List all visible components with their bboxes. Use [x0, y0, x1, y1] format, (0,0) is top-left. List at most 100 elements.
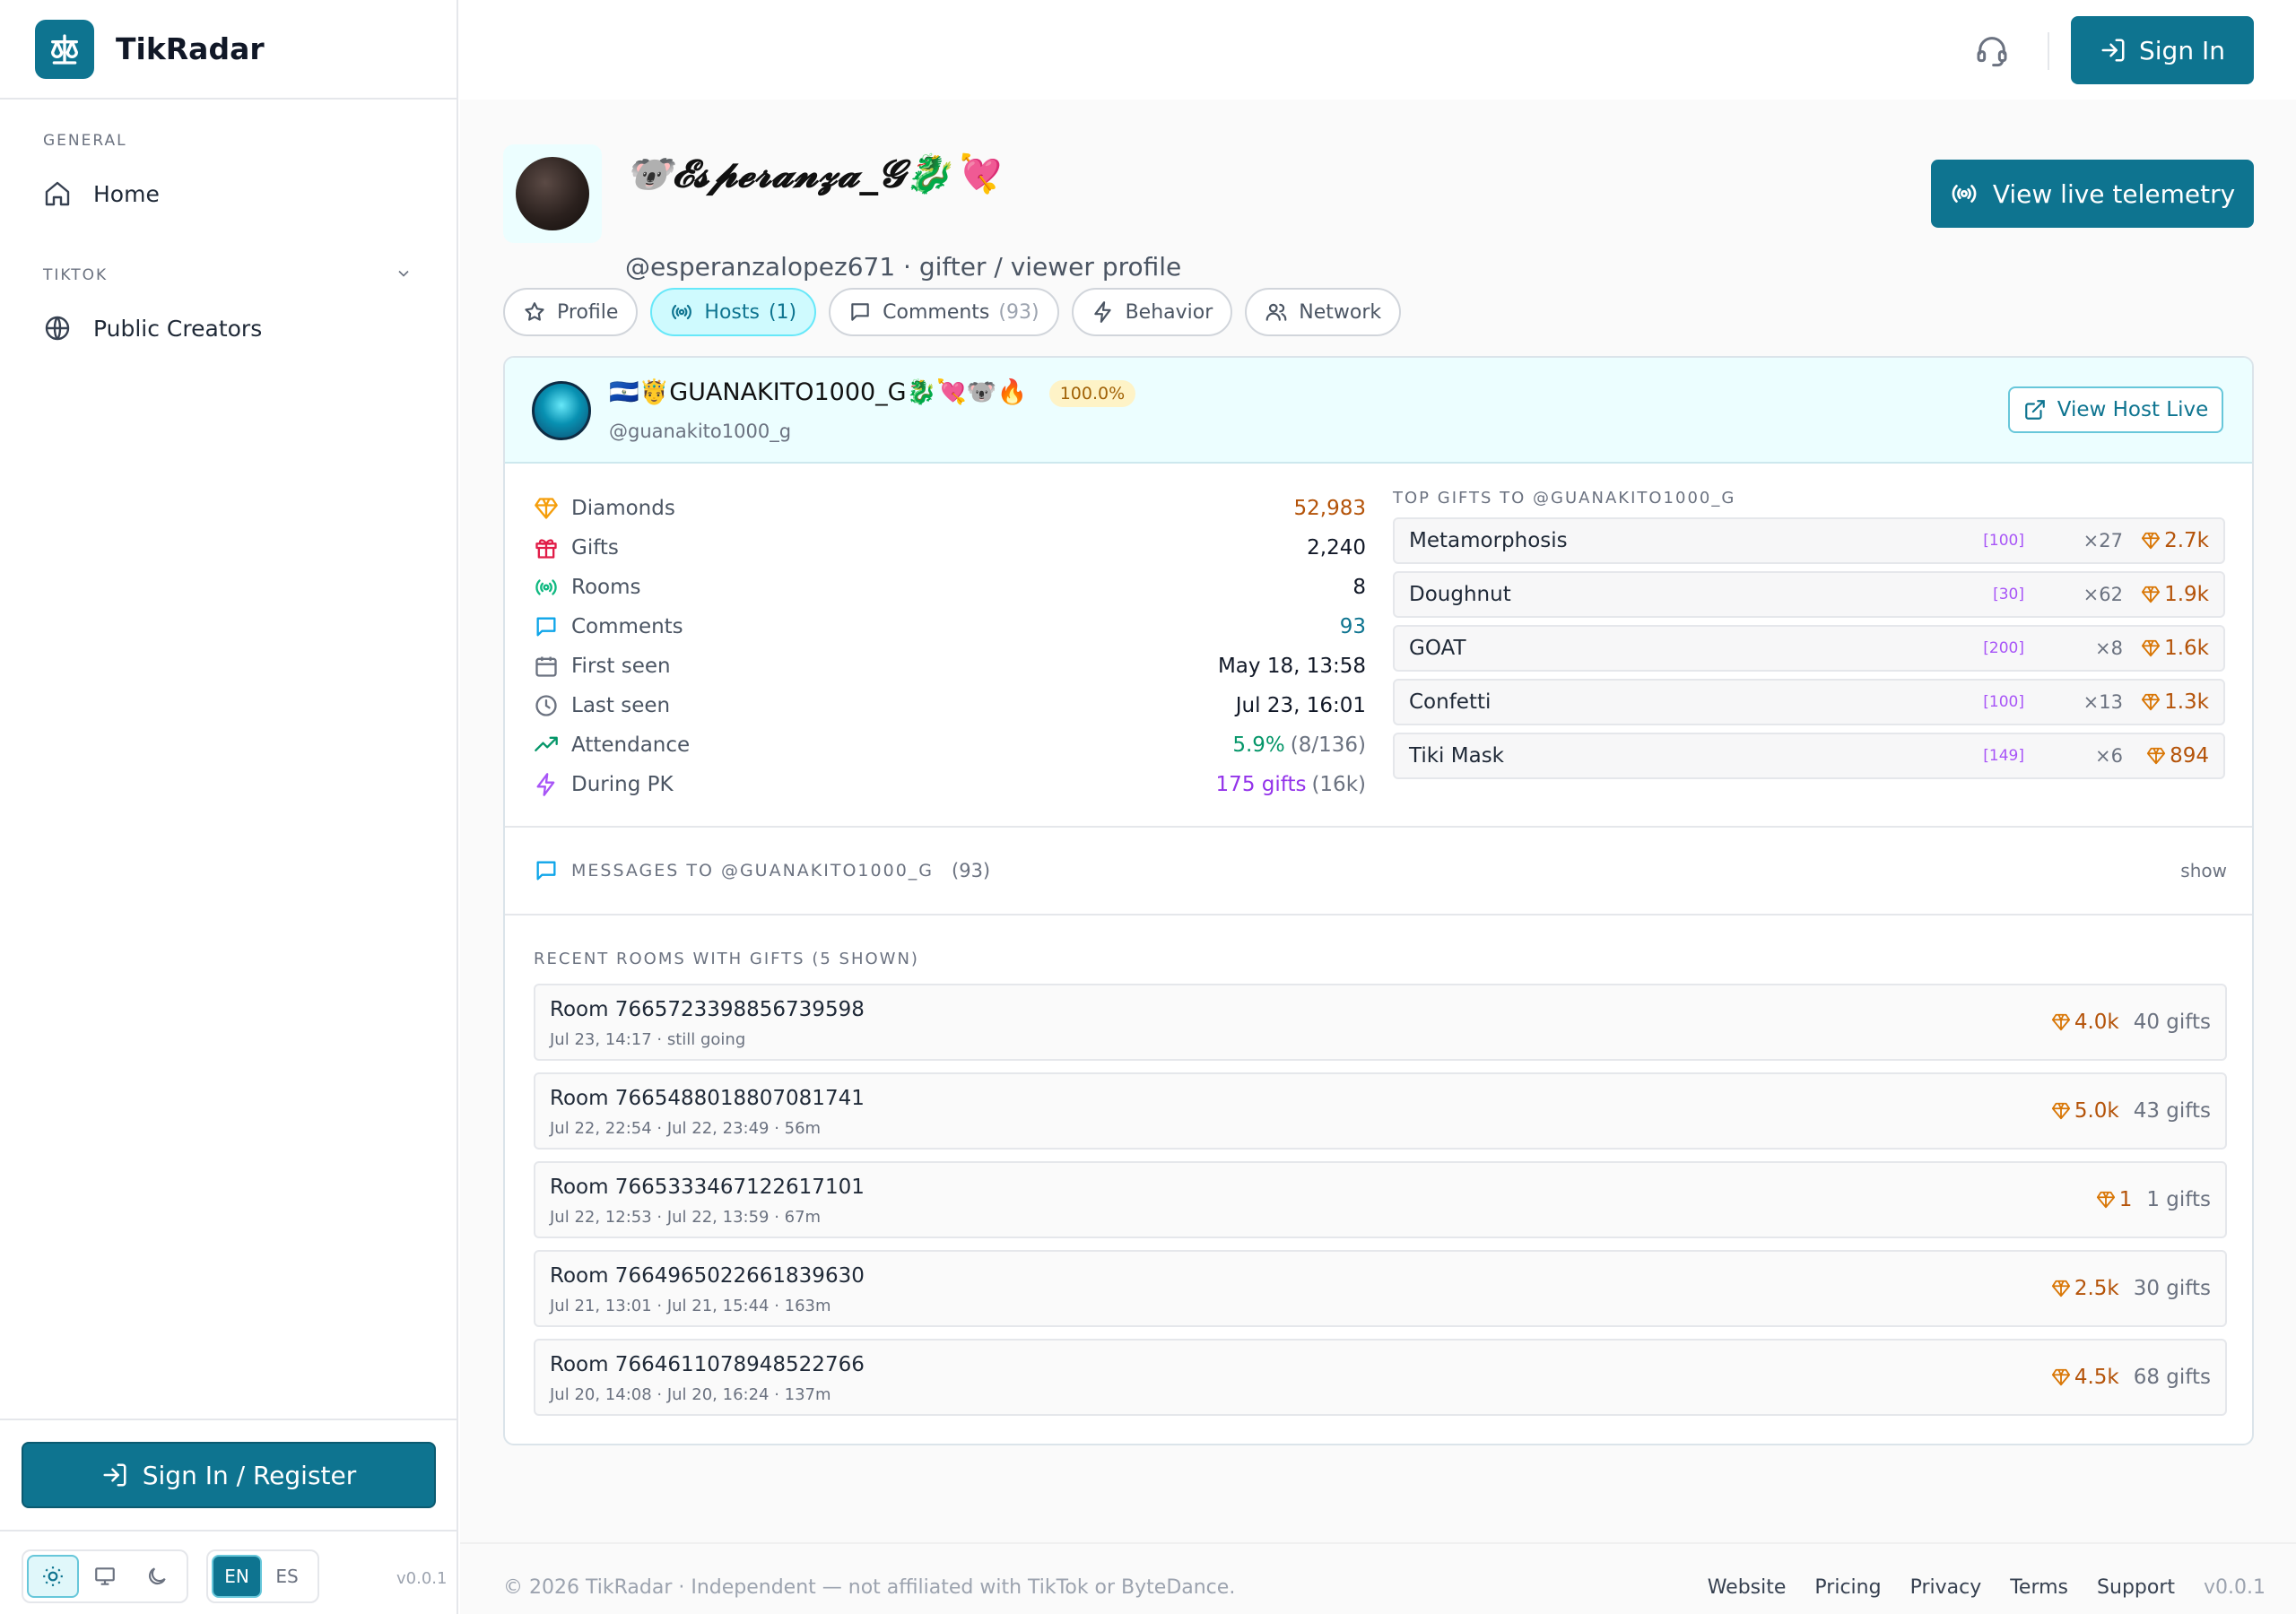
- room-row[interactable]: Room 7665723398856739598 Jul 23, 14:17 · …: [534, 984, 2227, 1061]
- room-diamonds-value: 5.0k: [2074, 1099, 2119, 1123]
- pk-diamonds: (16k): [1311, 773, 1366, 796]
- headset-icon[interactable]: [1974, 32, 2010, 68]
- theme-system-button[interactable]: [79, 1555, 131, 1598]
- gift-diamonds-value: 1.6k: [2164, 637, 2209, 660]
- sidebar-item-home[interactable]: Home: [43, 179, 160, 208]
- external-link-icon: [2024, 400, 2045, 420]
- telemetry-label: View live telemetry: [1992, 178, 2236, 209]
- tab-label: Network: [1299, 300, 1382, 324]
- users-icon: [1265, 303, 1287, 321]
- lang-es-button[interactable]: ES: [262, 1555, 312, 1598]
- globe-icon: [45, 316, 70, 341]
- view-live-telemetry-button[interactable]: View live telemetry: [1931, 160, 2254, 228]
- room-gifts: 1 gifts: [2146, 1188, 2211, 1211]
- brand-name: TikRadar: [116, 31, 265, 66]
- share-badge: 100.0%: [1048, 379, 1136, 407]
- tab-hosts[interactable]: Hosts (1): [650, 288, 817, 336]
- trending-up-icon: [535, 736, 558, 751]
- tab-profile[interactable]: Profile: [503, 288, 639, 336]
- gift-price: [30]: [1993, 586, 2024, 603]
- lang-en-button[interactable]: EN: [212, 1555, 262, 1598]
- messages-show-toggle[interactable]: show: [2180, 860, 2227, 881]
- topbar: Sign In: [460, 0, 2296, 100]
- gift-price: [100]: [1983, 532, 2024, 550]
- sidebar-item-public-creators[interactable]: Public Creators: [43, 314, 262, 343]
- room-row[interactable]: Room 7665488018807081741 Jul 22, 22:54 · …: [534, 1072, 2227, 1150]
- tab-behavior[interactable]: Behavior: [1071, 288, 1233, 336]
- gift-count: ×27: [2083, 530, 2123, 551]
- sign-in-button[interactable]: Sign In: [2071, 16, 2254, 84]
- stat-gifts: Gifts 2,240: [534, 528, 1366, 568]
- gift-row: Confetti [100] ×13 1.3k: [1393, 679, 2225, 725]
- room-title: Room 7665333467122617101: [550, 1176, 865, 1199]
- footer-link-terms[interactable]: Terms: [2010, 1576, 2068, 1599]
- view-host-live-button[interactable]: View Host Live: [2008, 386, 2223, 433]
- diamond-icon: [2051, 1102, 2070, 1120]
- room-time: Jul 22, 22:54 · Jul 22, 23:49 · 56m: [550, 1119, 822, 1138]
- gift-diamonds-value: 1.3k: [2164, 690, 2209, 714]
- brand[interactable]: TikRadar: [0, 0, 457, 100]
- stat-comments: Comments 93: [534, 607, 1366, 646]
- diamond-icon: [2142, 693, 2161, 711]
- footer-link-website[interactable]: Website: [1708, 1576, 1787, 1599]
- sidebar-item-label: Public Creators: [93, 315, 263, 342]
- clock-icon: [535, 695, 557, 716]
- room-gifts: 43 gifts: [2133, 1099, 2211, 1123]
- host-card: 🇸🇻🤴GUANAKITO1000_G🐉💘🐨🔥 100.0% @guanakito…: [503, 356, 2254, 1445]
- stat-value: 93: [1339, 615, 1366, 638]
- profile-handle: @esperanzalopez671 · gifter / viewer pro…: [625, 252, 1182, 282]
- stat-value: 52,983: [1293, 497, 1366, 520]
- stat-value: 175 gifts (16k): [1216, 773, 1366, 796]
- stat-first-seen: First seen May 18, 13:58: [534, 646, 1366, 686]
- diamond-icon: [2142, 586, 2161, 603]
- theme-dark-button[interactable]: [131, 1555, 183, 1598]
- lightning-icon: [1093, 301, 1111, 323]
- gift-row: Metamorphosis [100] ×27 2.7k: [1393, 517, 2225, 564]
- host-name: 🇸🇻🤴GUANAKITO1000_G🐉💘🐨🔥 100.0%: [609, 377, 1136, 407]
- stat-value: 5.9% (8/136): [1232, 733, 1366, 757]
- app-version: v0.0.1: [396, 1569, 448, 1588]
- host-live-label: View Host Live: [2057, 398, 2209, 421]
- footer-link-privacy[interactable]: Privacy: [1910, 1576, 1982, 1599]
- login-icon: [103, 1463, 126, 1487]
- top-gifts-title: TOP GIFTS TO @GUANAKITO1000_G: [1393, 489, 1736, 508]
- tab-label: Behavior: [1125, 300, 1213, 324]
- home-icon: [45, 181, 70, 206]
- diamond-icon: [535, 498, 558, 519]
- divider: [505, 914, 2252, 915]
- tab-network[interactable]: Network: [1245, 288, 1402, 336]
- nav-section-tiktok[interactable]: TIKTOK: [0, 266, 458, 284]
- footer: © 2026 TikRadar · Independent — not affi…: [460, 1542, 2296, 1614]
- nav-section-general: GENERAL: [43, 132, 127, 150]
- stat-label: During PK: [571, 773, 674, 796]
- sidebar-footer: Sign In / Register EN ES v0.0.1: [0, 1419, 458, 1614]
- monitor-icon: [95, 1567, 115, 1585]
- footer-link-support[interactable]: Support: [2097, 1576, 2175, 1599]
- scale-icon: [35, 19, 94, 79]
- host-name-text: 🇸🇻🤴GUANAKITO1000_G🐉💘🐨🔥: [609, 378, 1028, 406]
- host-avatar[interactable]: [532, 381, 591, 440]
- calendar-icon: [535, 656, 557, 677]
- nav-section-label: TIKTOK: [43, 266, 109, 284]
- stat-last-seen: Last seen Jul 23, 16:01: [534, 686, 1366, 725]
- avatar-image: [516, 157, 589, 230]
- rooms-title: RECENT ROOMS WITH GIFTS (5 SHOWN): [534, 950, 919, 968]
- gift-count: ×8: [2095, 638, 2123, 659]
- tab-count: (1): [768, 300, 797, 324]
- attendance-ratio: (8/136): [1290, 733, 1366, 757]
- footer-link-pricing[interactable]: Pricing: [1814, 1576, 1881, 1599]
- messages-section[interactable]: MESSAGES TO @GUANAKITO1000_G (93) show: [534, 858, 2227, 883]
- room-row[interactable]: Room 7664965022661839630 Jul 21, 13:01 · …: [534, 1250, 2227, 1327]
- tab-comments[interactable]: Comments (93): [829, 288, 1059, 336]
- room-row[interactable]: Room 7665333467122617101 Jul 22, 12:53 · …: [534, 1161, 2227, 1238]
- tab-label: Hosts: [704, 300, 760, 324]
- diamond-icon: [2051, 1368, 2070, 1386]
- room-diamonds: 5.0k: [2051, 1099, 2119, 1123]
- gift-count: ×13: [2083, 691, 2123, 713]
- room-row[interactable]: Room 7664611078948522766 Jul 20, 14:08 · …: [534, 1339, 2227, 1416]
- sun-icon: [43, 1566, 63, 1586]
- profile-tabs: Profile Hosts (1) Comments (93) Behavior…: [503, 288, 1402, 336]
- gift-count: ×6: [2095, 745, 2123, 767]
- theme-light-button[interactable]: [27, 1555, 79, 1598]
- sign-in-register-button[interactable]: Sign In / Register: [22, 1442, 436, 1508]
